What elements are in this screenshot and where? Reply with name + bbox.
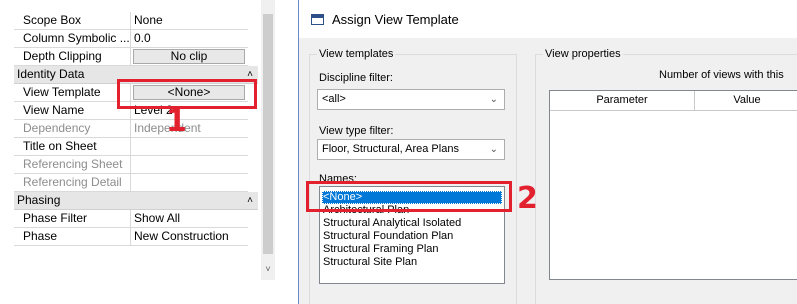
prop-value	[131, 174, 248, 192]
view-properties-label: View properties	[543, 48, 623, 60]
properties-palette: Scope Box None Column Symbolic ... 0.0 D…	[0, 0, 262, 280]
prop-row-depth-clipping[interactable]: Depth Clipping No clip	[14, 48, 248, 66]
prop-value: Independent	[134, 121, 201, 135]
annotation-box-1	[117, 79, 257, 109]
annotation-marker-1: 1	[166, 104, 187, 139]
prop-name: Phase	[14, 228, 131, 246]
chevron-down-icon: ⌄	[489, 144, 498, 155]
dialog-title: Assign View Template	[332, 12, 459, 27]
discipline-filter-select[interactable]: <all> ⌄	[317, 89, 505, 110]
discipline-filter-value: <all>	[322, 93, 346, 105]
prop-value	[131, 156, 248, 174]
prop-name: Phase Filter	[14, 210, 131, 228]
parameters-table[interactable]: Parameter Value	[549, 90, 797, 280]
prop-name: Column Symbolic ...	[14, 30, 131, 48]
view-type-filter-value: Floor, Structural, Area Plans	[322, 143, 459, 155]
prop-name: Depth Clipping	[14, 48, 131, 66]
prop-value[interactable]	[131, 138, 248, 156]
view-templates-label: View templates	[317, 48, 396, 60]
prop-row-title-on-sheet[interactable]: Title on Sheet	[14, 138, 248, 156]
view-type-filter-select[interactable]: Floor, Structural, Area Plans ⌄	[317, 139, 505, 160]
scroll-down-icon[interactable]: ˅	[263, 264, 273, 276]
column-header-parameter[interactable]: Parameter	[550, 91, 695, 111]
collapse-icon[interactable]: ˄	[247, 192, 253, 209]
prop-name: Dependency	[14, 120, 131, 138]
prop-row-phase[interactable]: Phase New Construction	[14, 228, 248, 246]
group-label: Phasing	[17, 193, 61, 207]
prop-name: Referencing Detail	[14, 174, 131, 192]
scrollbar-thumb[interactable]	[263, 14, 273, 254]
annotation-box-2	[306, 181, 512, 212]
views-count-text: Number of views with this	[659, 69, 784, 81]
prop-row-referencing-sheet: Referencing Sheet	[14, 156, 248, 174]
list-item[interactable]: Structural Site Plan	[323, 256, 417, 269]
discipline-filter-label: Discipline filter:	[319, 72, 393, 84]
depth-clipping-button[interactable]: No clip	[133, 49, 245, 64]
prop-value[interactable]: Show All	[131, 210, 248, 228]
list-item[interactable]: Structural Framing Plan	[323, 243, 439, 256]
prop-name: View Name	[14, 102, 131, 120]
list-item[interactable]: Structural Foundation Plan	[323, 230, 453, 243]
column-header-value[interactable]: Value	[695, 91, 797, 111]
separator	[276, 0, 298, 304]
annotation-marker-2: 2	[517, 181, 538, 216]
chevron-down-icon: ⌄	[489, 94, 498, 105]
view-type-filter-label: View type filter:	[319, 125, 394, 137]
prop-row-scope-box[interactable]: Scope Box None	[14, 12, 248, 30]
properties-scrollbar[interactable]	[261, 0, 275, 280]
list-item[interactable]: Structural Analytical Isolated	[323, 217, 461, 230]
assign-view-template-dialog: Assign View Template View templates Disc…	[298, 0, 797, 304]
prop-row-column-symbolic[interactable]: Column Symbolic ... 0.0	[14, 30, 248, 48]
prop-name: Scope Box	[14, 12, 131, 30]
prop-row-dependency: Dependency Independent	[14, 120, 248, 138]
dialog-icon	[311, 14, 324, 25]
prop-value[interactable]: New Construction	[131, 228, 248, 246]
dialog-titlebar[interactable]: Assign View Template	[299, 0, 797, 38]
prop-value-cell: No clip	[131, 48, 248, 66]
prop-row-phase-filter[interactable]: Phase Filter Show All	[14, 210, 248, 228]
group-phasing[interactable]: Phasing ˄	[14, 192, 258, 210]
prop-name: View Template	[14, 84, 131, 102]
prop-name: Title on Sheet	[14, 138, 131, 156]
group-label: Identity Data	[17, 67, 85, 81]
prop-value[interactable]: 0.0	[131, 30, 248, 48]
prop-value[interactable]: None	[131, 12, 248, 30]
prop-row-referencing-detail: Referencing Detail	[14, 174, 248, 192]
prop-name: Referencing Sheet	[14, 156, 131, 174]
